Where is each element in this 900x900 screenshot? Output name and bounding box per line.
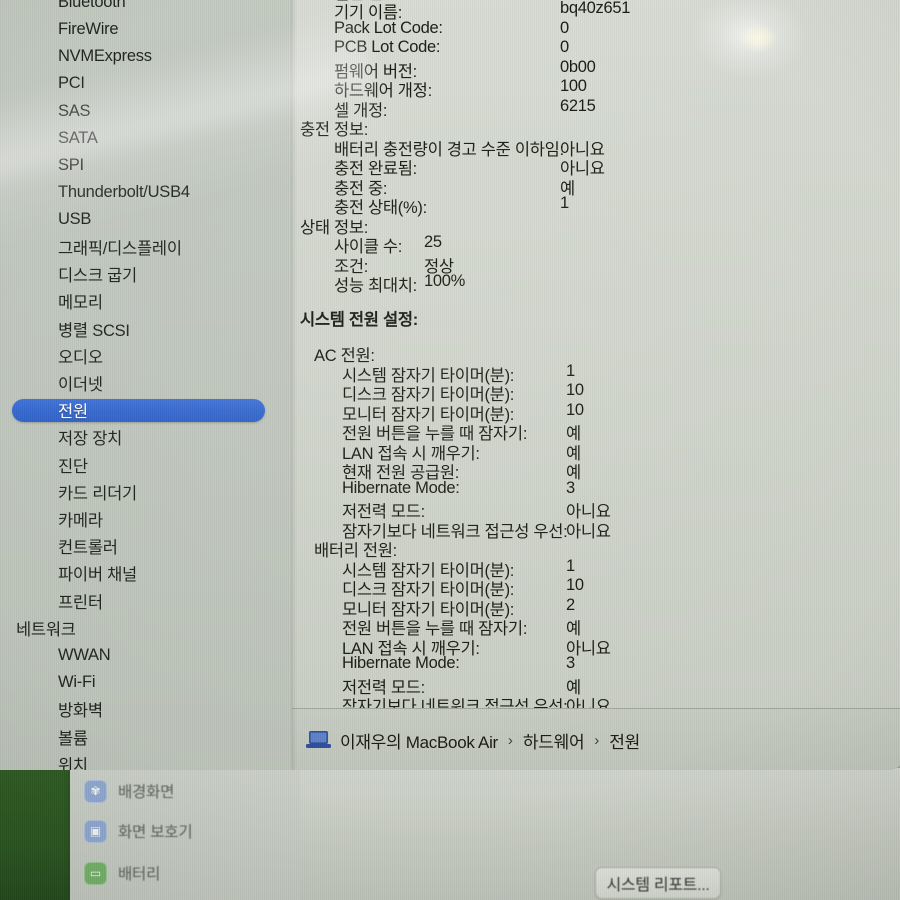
detail-value: bq40z651 [560,0,631,17]
detail-value: 0 [560,38,569,56]
sidebar-item-label: WWAN [58,645,111,664]
system-report-button[interactable]: 시스템 리포트... [595,867,721,899]
detail-value: 100 [560,77,587,95]
detail-value: 1 [560,194,569,212]
sidebar-item-label: 프린터 [58,593,103,612]
sidebar-item-label: Thunderbolt/USB4 [58,183,190,202]
detail-value: 25 [424,233,442,251]
sidebar-item-label: 컨트롤러 [58,539,118,558]
power-value: 1 [566,556,575,575]
detail-key: Pack Lot Code: [334,18,443,37]
selection-highlight [12,399,265,423]
content-divider [292,0,297,770]
detail-value: 6215 [560,96,596,115]
breadcrumb-separator: › [594,731,600,749]
breadcrumb-separator: › [507,731,513,749]
power-value: 3 [566,478,575,497]
power-value: 아니요 [566,522,611,541]
sidebar-item-label: 진단 [58,457,88,476]
power-key: Hibernate Mode: [342,478,460,497]
power-value: 2 [566,595,575,614]
system-information-sidebar: Apple PayBluetoothFireWireNVMExpressPCIS… [0,0,292,770]
sidebar-item-label: NVMExpress [58,47,152,66]
system-settings-sidebar [70,768,300,900]
breadcrumb: 이재우의 MacBook Air › 하드웨어 › 전원 [292,708,900,770]
sidebar-item-label: 오디오 [58,348,103,367]
sidebar-item-label: 카드 리더기 [58,484,137,503]
sidebar-item-label: 위치 [58,756,88,770]
sidebar-item-label: 방화벽 [58,702,103,721]
desktop-wallpaper-green [0,770,70,900]
sidebar-item-label: 전원 [58,403,88,422]
sidebar-item-label: USB [58,210,92,229]
macbook-icon [306,731,331,749]
system-information-content: 모델 정보:일련 번호:F5D4111047A13QGCD기기 이름:bq40z… [292,0,900,770]
sidebar-item-label: 메모리 [58,294,103,313]
power-value: 10 [566,381,584,399]
power-value: 1 [566,361,575,380]
power-value: 10 [566,576,584,594]
sidebar-item-label: SAS [58,101,91,120]
sidebar-item-label: 파이버 채널 [58,566,137,585]
detail-value: 0b00 [560,57,596,76]
sidebar-item-24[interactable]: ⌄ 네트워크 [0,615,322,641]
sidebar-item-label: PCI [58,74,85,93]
detail-value: 0 [560,18,569,37]
sidebar-item-label: SPI [58,155,84,174]
detail-key: 성능 최대치: [334,277,417,295]
sidebar-item-label: 디스크 굽기 [58,267,137,286]
system-settings-window[interactable] [70,768,900,900]
sidebar-item-label: 그래픽/디스플레이 [58,240,182,258]
power-value: 10 [566,400,584,419]
sidebar-item-label: Bluetooth [58,0,126,11]
detail-value: 100% [424,272,466,290]
breadcrumb-device[interactable]: 이재우의 MacBook Air [340,728,498,753]
sidebar-item-label: Wi-Fi [58,672,96,691]
sidebar-item-label: 이더넷 [58,376,103,394]
sidebar-item-label: 카메라 [58,512,103,530]
sidebar-item-label: 볼륨 [58,729,88,748]
system-information-window[interactable]: Apple PayBluetoothFireWireNVMExpressPCIS… [0,0,900,770]
breadcrumb-hardware[interactable]: 하드웨어 [523,728,585,753]
sidebar-item-label: 병렬 SCSI [58,321,130,340]
power-value: 3 [566,654,575,672]
power-settings-heading: 시스템 전원 설정: [300,310,418,329]
sidebar-item-label: FireWire [58,19,119,38]
power-key: Hibernate Mode: [342,654,460,672]
breadcrumb-power[interactable]: 전원 [609,728,640,753]
sidebar-item-label: 저장 장치 [58,430,123,449]
sidebar-item-label: 네트워크 [16,620,76,639]
power-details-pane: 모델 정보:일련 번호:F5D4111047A13QGCD기기 이름:bq40z… [292,0,900,716]
detail-key: PCB Lot Code: [334,38,441,56]
screen-photo: ✾ 배경화면 ▣ 화면 보호기 ▭ 배터리 시스템 리포트... Apple P… [0,0,900,900]
sidebar-item-label: SATA [58,128,98,147]
